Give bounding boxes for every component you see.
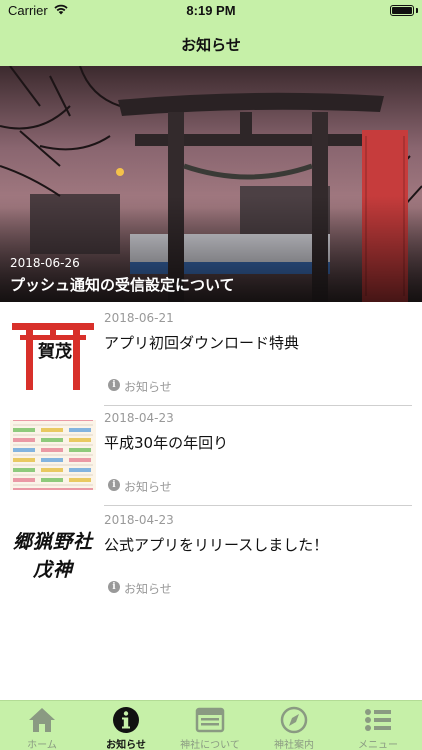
news-date: 2018-04-23 (104, 411, 174, 425)
tab-label: 神社案内 (274, 740, 314, 750)
menu-list-icon (365, 709, 391, 731)
tab-label: ホーム (27, 740, 57, 750)
news-list-item[interactable]: 賀茂 2018-06-21 アプリ初回ダウンロード特典 i お知らせ (0, 306, 422, 406)
news-thumbnail-calligraphy: 郷猟野社 戊神 (10, 522, 96, 592)
tab-about-shrine[interactable]: 神社について (168, 701, 252, 750)
news-list-item[interactable]: 郷猟野社 戊神 2018-04-23 公式アプリをリリースしました！ i お知ら… (0, 508, 422, 608)
news-date: 2018-06-21 (104, 311, 174, 325)
divider (104, 505, 412, 506)
news-category-label: お知らせ (124, 480, 172, 494)
page-title: お知らせ (181, 36, 241, 54)
info-icon: i (108, 379, 120, 391)
battery-tip (416, 8, 418, 13)
clock: 8:19 PM (186, 3, 236, 18)
navigation-bar: お知らせ (0, 22, 422, 66)
tab-label: お知らせ (106, 740, 146, 750)
tab-shrine-guide[interactable]: 神社案内 (252, 701, 336, 750)
tab-menu[interactable]: メニュー (336, 701, 420, 750)
news-title: 平成30年の年回り (104, 434, 229, 452)
tab-label: メニュー (358, 740, 398, 750)
news-title: 公式アプリをリリースしました！ (104, 536, 329, 554)
battery-icon (390, 5, 414, 16)
info-icon: i (108, 581, 120, 593)
compass-icon (280, 706, 308, 734)
shrine-info-icon (195, 707, 225, 733)
news-category-label: お知らせ (124, 582, 172, 596)
news-title: アプリ初回ダウンロード特典 (104, 334, 300, 352)
featured-news-card[interactable]: 2018-06-26 プッシュ通知の受信設定について (0, 66, 422, 302)
tab-home[interactable]: ホーム (0, 701, 84, 750)
featured-title: プッシュ通知の受信設定について (10, 276, 235, 294)
thumbnail-calligraphy: 郷猟野社 戊神 (12, 531, 93, 581)
home-icon (29, 708, 55, 732)
tab-bar: ホーム お知らせ 神社について 神社案内 メニュー (0, 700, 422, 750)
news-list-item[interactable]: 2018-04-23 平成30年の年回り i お知らせ (0, 406, 422, 506)
news-thumbnail-chart (10, 420, 96, 490)
news-thumbnail-kamo: 賀茂 (10, 320, 96, 390)
info-icon (113, 707, 139, 733)
tab-label: 神社について (180, 740, 240, 750)
status-bar: Carrier 8:19 PM (0, 0, 422, 22)
news-date: 2018-04-23 (104, 513, 174, 527)
news-category-label: お知らせ (124, 380, 172, 394)
tab-news[interactable]: お知らせ (84, 701, 168, 750)
thumbnail-calligraphy: 賀茂 (38, 342, 72, 362)
info-icon: i (108, 479, 120, 491)
featured-date: 2018-06-26 (10, 256, 80, 270)
